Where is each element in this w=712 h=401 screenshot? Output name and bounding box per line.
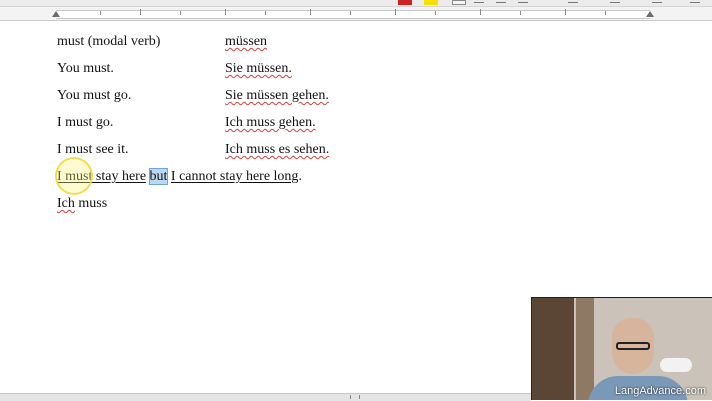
ruler-tick xyxy=(225,9,226,15)
ruler-tick xyxy=(395,9,396,15)
mouse-cursor-highlight xyxy=(55,157,93,195)
align-right-icon[interactable] xyxy=(496,2,506,3)
ruler-tick xyxy=(480,9,481,15)
ruler-tick xyxy=(140,9,141,15)
left-indent-marker[interactable] xyxy=(52,11,60,17)
right-indent-marker[interactable] xyxy=(646,11,654,17)
ruler-tick xyxy=(350,11,351,15)
german-phrase[interactable]: Sie müssen gehen. xyxy=(225,88,329,104)
webcam-overlay: LangAdvance.com xyxy=(531,297,712,400)
justify-icon[interactable] xyxy=(518,2,528,3)
ruler-tick xyxy=(605,11,606,15)
scroll-grip-icon[interactable] xyxy=(350,395,360,399)
ruler-tick xyxy=(100,11,101,15)
selected-word[interactable]: but xyxy=(148,168,169,185)
list-icon[interactable] xyxy=(568,2,578,3)
german-phrase[interactable]: Sie müssen. xyxy=(225,61,292,77)
highlight-color-button[interactable] xyxy=(424,0,438,5)
english-phrase[interactable]: I must see it. xyxy=(57,142,129,158)
align-center-icon[interactable] xyxy=(474,2,484,3)
typed-word[interactable]: muss xyxy=(75,196,107,211)
ruler-tick xyxy=(435,11,436,15)
example-sentence[interactable]: I must stay here but I cannot stay here … xyxy=(57,168,302,185)
paragraph-icon[interactable] xyxy=(690,2,700,3)
sentence-part-2[interactable]: I cannot stay here long xyxy=(171,169,299,184)
indent-icon[interactable] xyxy=(610,2,620,3)
english-phrase[interactable]: I must go. xyxy=(57,115,113,131)
english-phrase[interactable]: You must go. xyxy=(57,88,131,104)
german-phrase[interactable]: Ich muss gehen. xyxy=(225,115,316,131)
webcam-lamp xyxy=(660,358,692,372)
horizontal-ruler[interactable] xyxy=(0,7,712,21)
toolbar xyxy=(0,0,712,7)
german-phrase[interactable]: Ich muss es sehen. xyxy=(225,142,329,158)
ruler-tick xyxy=(265,11,266,15)
typing-line[interactable]: Ich muss xyxy=(57,196,107,212)
ruler-tick xyxy=(180,11,181,15)
presenter-glasses xyxy=(616,342,650,350)
german-phrase[interactable]: müssen xyxy=(225,34,267,50)
ruler-tick xyxy=(310,9,311,15)
webcam-door xyxy=(576,298,594,400)
ruler-tick xyxy=(520,11,521,15)
english-phrase[interactable]: must (modal verb) xyxy=(57,34,160,50)
ruler-tick xyxy=(565,9,566,15)
ruler-track xyxy=(56,10,650,19)
outdent-icon[interactable] xyxy=(652,2,662,3)
sentence-period: . xyxy=(298,169,302,184)
typed-word[interactable]: Ich xyxy=(57,196,75,211)
webcam-shelf xyxy=(532,298,574,400)
font-color-button[interactable] xyxy=(398,0,412,5)
watermark-text: LangAdvance.com xyxy=(614,385,706,397)
align-left-button[interactable] xyxy=(452,0,466,5)
english-phrase[interactable]: You must. xyxy=(57,61,114,77)
